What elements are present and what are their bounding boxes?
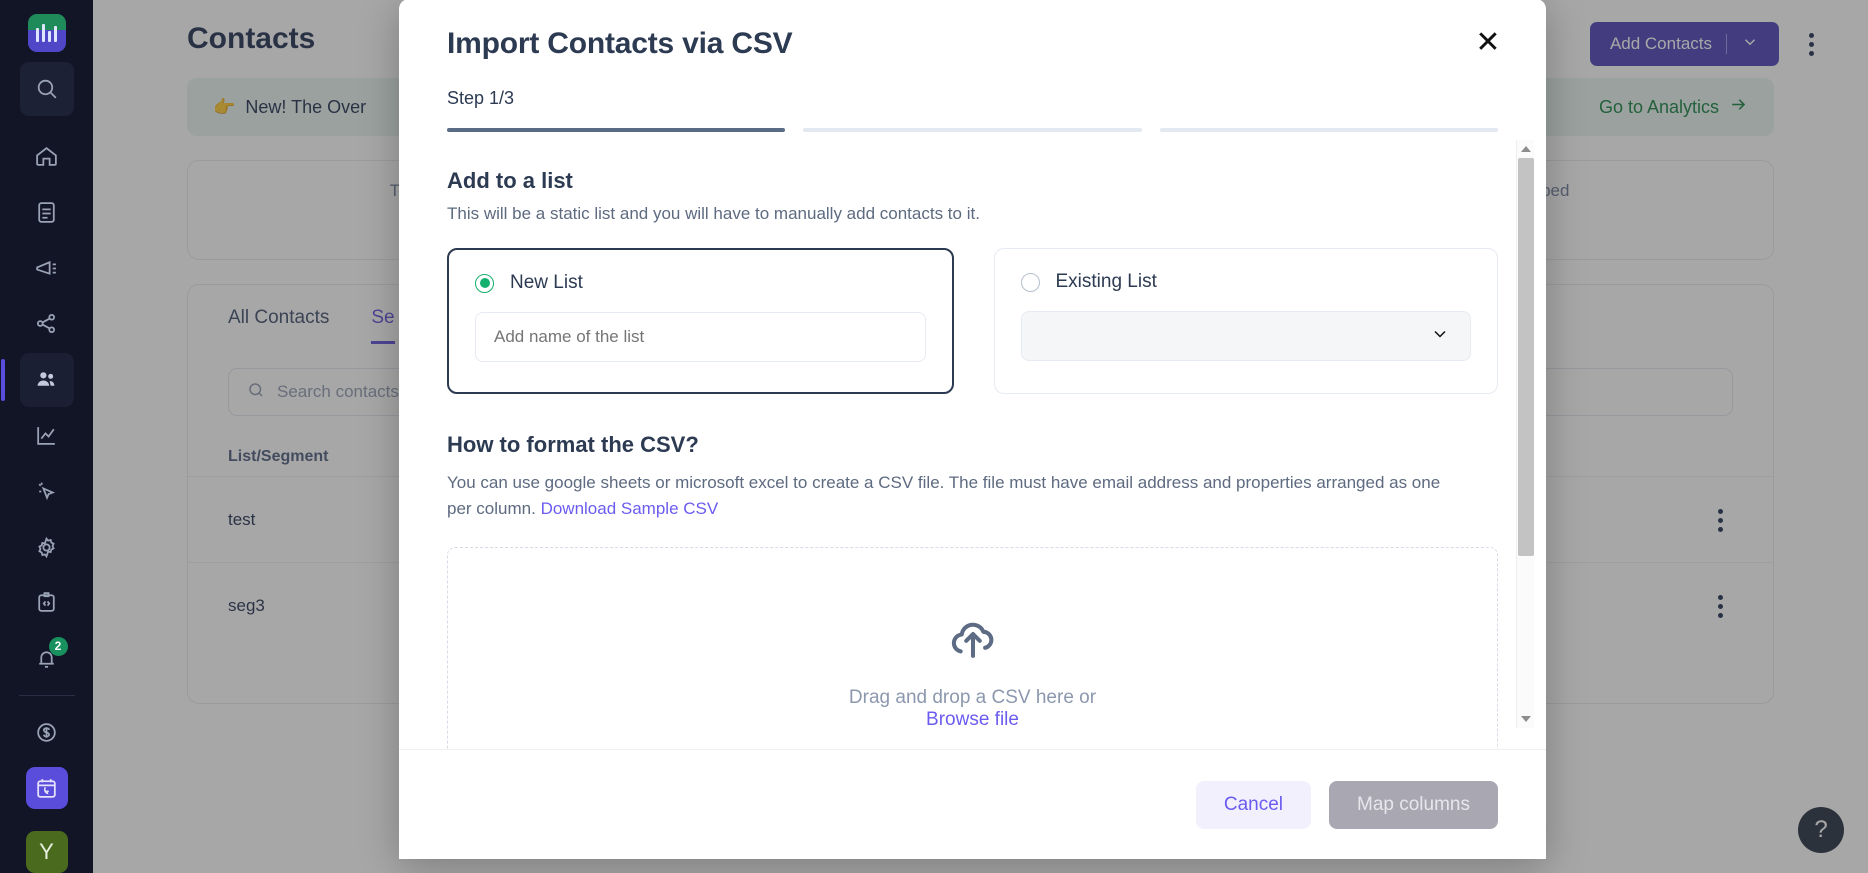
logo-bars	[36, 23, 57, 42]
scroll-up-arrow-icon[interactable]	[1517, 140, 1535, 158]
new-list-name-input[interactable]	[475, 312, 926, 362]
new-list-option[interactable]: New List	[447, 248, 954, 394]
new-list-header: New List	[475, 272, 926, 294]
existing-list-header: Existing List	[1020, 271, 1472, 293]
scrollbar-thumb[interactable]	[1518, 158, 1534, 556]
code-clipboard-icon	[34, 590, 59, 615]
existing-list-label: Existing List	[1055, 271, 1157, 292]
megaphone-icon	[34, 256, 59, 281]
home-icon	[34, 144, 59, 169]
existing-list-option[interactable]: Existing List	[993, 248, 1498, 394]
map-columns-button[interactable]: Map columns	[1329, 780, 1498, 829]
import-contacts-modal: Import Contacts via CSV ✕ Step 1/3 Add t…	[399, 0, 1546, 859]
search-icon	[34, 76, 59, 101]
avatar[interactable]: Y	[25, 831, 68, 873]
modal-body: Add to a list This will be a static list…	[399, 140, 1546, 749]
sidebar-item-billing[interactable]	[20, 706, 74, 760]
cloud-upload-icon	[946, 612, 1000, 671]
existing-list-select[interactable]	[1020, 311, 1471, 361]
scroll-down-arrow-icon[interactable]	[1517, 710, 1535, 728]
sidebar-item-analytics[interactable]	[20, 409, 74, 463]
sidebar-item-home[interactable]	[20, 130, 74, 184]
sidebar-item-templates[interactable]	[20, 185, 74, 239]
modal-title: Import Contacts via CSV	[447, 27, 793, 60]
csv-dropzone[interactable]: Drag and drop a CSV here or Browse file	[447, 546, 1498, 749]
document-icon	[34, 200, 59, 225]
sidebar-divider	[18, 694, 75, 696]
sidebar-item-workflows[interactable]	[20, 297, 74, 351]
step-bar-1	[447, 128, 786, 132]
people-icon	[34, 367, 59, 392]
add-to-list-subtitle: This will be a static list and you will …	[447, 204, 980, 223]
browse-file-link[interactable]: Browse file	[926, 709, 1019, 730]
step-bar-2	[803, 128, 1142, 132]
calendar-phone-icon	[25, 767, 68, 810]
modal-footer: Cancel Map columns	[399, 749, 1546, 859]
line-chart-icon	[34, 423, 59, 448]
step-label: Step 1/3	[447, 88, 515, 108]
gear-icon	[34, 535, 59, 560]
step-progress	[447, 128, 1498, 132]
brand-logo-icon[interactable]	[27, 14, 66, 52]
notification-badge: 2	[48, 636, 68, 656]
modal-scrollbar[interactable]	[1516, 140, 1534, 728]
add-to-list-title: Add to a list	[447, 168, 573, 193]
app-root: Contacts Add Contacts 👉 New! The Over Go…	[0, 0, 1868, 873]
sidebar-item-notifications[interactable]: 2	[20, 632, 74, 686]
existing-list-radio[interactable]	[1020, 272, 1040, 292]
chevron-down-icon	[1430, 324, 1450, 349]
sidebar-item-calendar[interactable]	[20, 761, 74, 815]
step-bar-3	[1159, 128, 1498, 132]
close-icon[interactable]: ✕	[1468, 23, 1508, 63]
sidebar-item-contacts[interactable]	[0, 352, 74, 407]
download-sample-csv-link[interactable]: Download Sample CSV	[541, 499, 719, 518]
sidebar-item-search[interactable]	[19, 61, 74, 116]
new-list-radio[interactable]	[475, 273, 494, 293]
modal-header: Import Contacts via CSV ✕ Step 1/3	[399, 0, 1546, 132]
dollar-circle-icon	[34, 720, 59, 745]
list-choice-row: New List Existing List	[447, 248, 1498, 394]
cancel-button[interactable]: Cancel	[1195, 780, 1311, 829]
new-list-label: New List	[510, 272, 583, 293]
click-cursor-icon	[34, 479, 59, 504]
dropzone-text-group: Drag and drop a CSV here or Browse file	[849, 687, 1096, 731]
dropzone-text: Drag and drop a CSV here or	[848, 687, 1097, 709]
left-sidebar: 2 Y	[0, 0, 93, 873]
format-csv-title: How to format the CSV?	[447, 432, 699, 457]
sidebar-item-campaigns[interactable]	[20, 241, 74, 295]
format-csv-text: You can use google sheets or microsoft e…	[447, 470, 1447, 523]
sidebar-item-automation[interactable]	[20, 464, 74, 518]
share-nodes-icon	[34, 311, 59, 336]
sidebar-item-developers[interactable]	[20, 576, 74, 630]
sidebar-item-settings[interactable]	[20, 520, 74, 574]
